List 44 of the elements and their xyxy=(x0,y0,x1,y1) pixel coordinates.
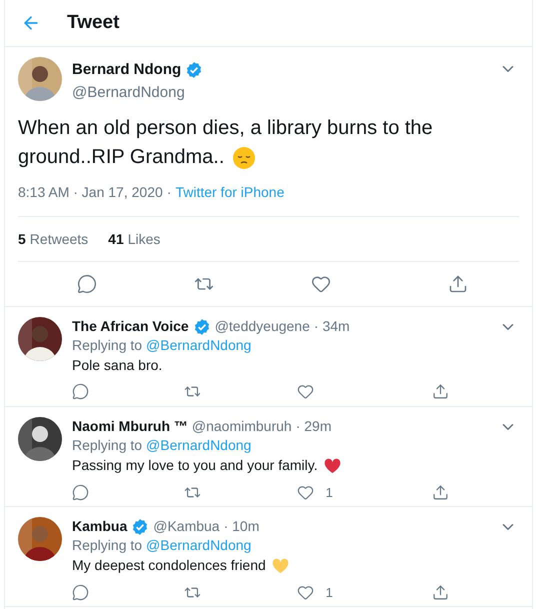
share-icon[interactable] xyxy=(432,484,449,501)
mention-link[interactable]: @BernardNdong xyxy=(146,536,252,555)
reply-handle[interactable]: @Kambua xyxy=(153,517,220,536)
reply-text: Pole sana bro. xyxy=(72,356,164,375)
tweet-timestamp: 8:13 AM · Jan 17, 2020 xyxy=(18,183,163,202)
reply-text: My deepest condolences friend xyxy=(72,556,519,575)
separator-dot: · xyxy=(166,183,172,202)
page-title: Tweet xyxy=(67,10,120,35)
reply-handle[interactable]: @naomimburuh xyxy=(192,417,292,436)
stat-count: 5 xyxy=(18,230,26,248)
reply-icon[interactable] xyxy=(72,484,89,501)
author-handle[interactable]: @BernardNdong xyxy=(72,82,489,104)
stat-count: 41 xyxy=(108,230,124,248)
reply-icon[interactable] xyxy=(72,584,89,601)
tweet-source-link[interactable]: Twitter for iPhone xyxy=(175,182,284,203)
like-icon[interactable] xyxy=(311,274,332,294)
reply-handle[interactable]: @teddyeugene xyxy=(214,317,310,336)
reply-time: · 29m xyxy=(296,417,332,436)
replying-label: Replying to xyxy=(72,436,142,455)
mention-link[interactable]: @BernardNdong xyxy=(146,436,252,455)
share-icon[interactable] xyxy=(432,383,449,400)
replying-label: Replying to xyxy=(72,536,142,555)
reply-text: Passing my love to you and your family. xyxy=(72,456,519,475)
like-icon[interactable] xyxy=(296,383,314,400)
stat-label[interactable]: Likes xyxy=(128,228,160,250)
stat-label[interactable]: Retweets xyxy=(30,228,88,250)
reply-author-name[interactable]: Naomi Mburuh ™ xyxy=(72,417,188,436)
author-name[interactable]: Bernard Ndong xyxy=(72,59,182,82)
share-icon[interactable] xyxy=(432,584,449,601)
tweet-text: When an old person dies, a library burns to the ground..RIP Grandma.. xyxy=(18,116,434,172)
like-count: 1 xyxy=(326,584,333,602)
pensive-face-icon xyxy=(232,146,256,170)
reply-author-name[interactable]: Kambua xyxy=(72,517,128,536)
reply-time: · 34m xyxy=(314,317,350,336)
reply-icon[interactable] xyxy=(76,274,97,294)
reply-author-name[interactable]: The African Voice xyxy=(72,317,189,336)
reply-icon[interactable] xyxy=(72,383,89,400)
like-count: 1 xyxy=(326,484,333,502)
share-icon[interactable] xyxy=(448,274,468,294)
like-icon[interactable] xyxy=(296,584,314,601)
like-icon[interactable] xyxy=(296,484,314,501)
replying-label: Replying to xyxy=(72,336,142,355)
reply-time: · 10m xyxy=(224,517,260,536)
mention-link[interactable]: @BernardNdong xyxy=(146,336,252,355)
